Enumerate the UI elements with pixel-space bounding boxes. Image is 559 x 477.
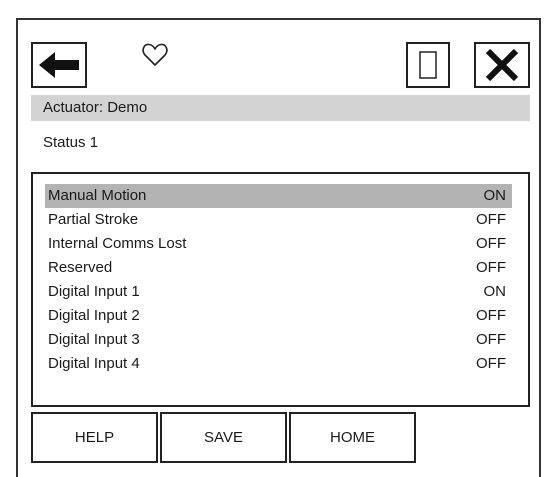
status-value: ON	[483, 283, 507, 300]
status-row-digital-input-3[interactable]: Digital Input 3 OFF	[45, 328, 512, 352]
status-label: Partial Stroke	[48, 211, 139, 228]
arrow-left-icon	[39, 52, 79, 78]
status-list-panel: Manual Motion ON Partial Stroke OFF Inte…	[31, 172, 530, 407]
actuator-title: Actuator: Demo	[43, 99, 148, 116]
save-button[interactable]: SAVE	[160, 412, 287, 463]
status-label: Reserved	[48, 259, 113, 276]
status-row-manual-motion[interactable]: Manual Motion ON	[45, 184, 512, 208]
status-row-reserved[interactable]: Reserved OFF	[45, 256, 512, 280]
home-button[interactable]: HOME	[289, 412, 416, 463]
status-value: OFF	[476, 235, 506, 252]
status-value: OFF	[476, 331, 506, 348]
status-label: Digital Input 1	[48, 283, 140, 300]
status-label: Manual Motion	[48, 187, 147, 204]
status-row-digital-input-4[interactable]: Digital Input 4 OFF	[45, 352, 512, 376]
status-label: Internal Comms Lost	[48, 235, 187, 252]
help-button[interactable]: HELP	[31, 412, 158, 463]
status-label: Digital Input 4	[48, 355, 140, 372]
close-button[interactable]	[474, 42, 530, 88]
window-rectangle-icon	[419, 51, 437, 79]
status-row-digital-input-2[interactable]: Digital Input 2 OFF	[45, 304, 512, 328]
close-x-icon	[485, 48, 519, 82]
status-label: Digital Input 3	[48, 331, 140, 348]
status-row-partial-stroke[interactable]: Partial Stroke OFF	[45, 208, 512, 232]
status-value: OFF	[476, 355, 506, 372]
status-row-digital-input-1[interactable]: Digital Input 1 ON	[45, 280, 512, 304]
heart-outline-icon[interactable]	[138, 40, 172, 70]
status-value: OFF	[476, 307, 506, 324]
status-label: Digital Input 2	[48, 307, 140, 324]
status-value: OFF	[476, 259, 506, 276]
status-value: OFF	[476, 211, 506, 228]
status-row-internal-comms-lost[interactable]: Internal Comms Lost OFF	[45, 232, 512, 256]
actuator-title-bar: Actuator: Demo	[31, 95, 530, 121]
status-value: ON	[483, 187, 507, 204]
status-list: Manual Motion ON Partial Stroke OFF Inte…	[45, 184, 512, 376]
back-button[interactable]	[31, 42, 87, 88]
page-subtitle: Status 1	[43, 134, 99, 151]
device-screen: Actuator: Demo Status 1 Manual Motion ON…	[16, 18, 541, 477]
window-button[interactable]	[406, 42, 450, 88]
